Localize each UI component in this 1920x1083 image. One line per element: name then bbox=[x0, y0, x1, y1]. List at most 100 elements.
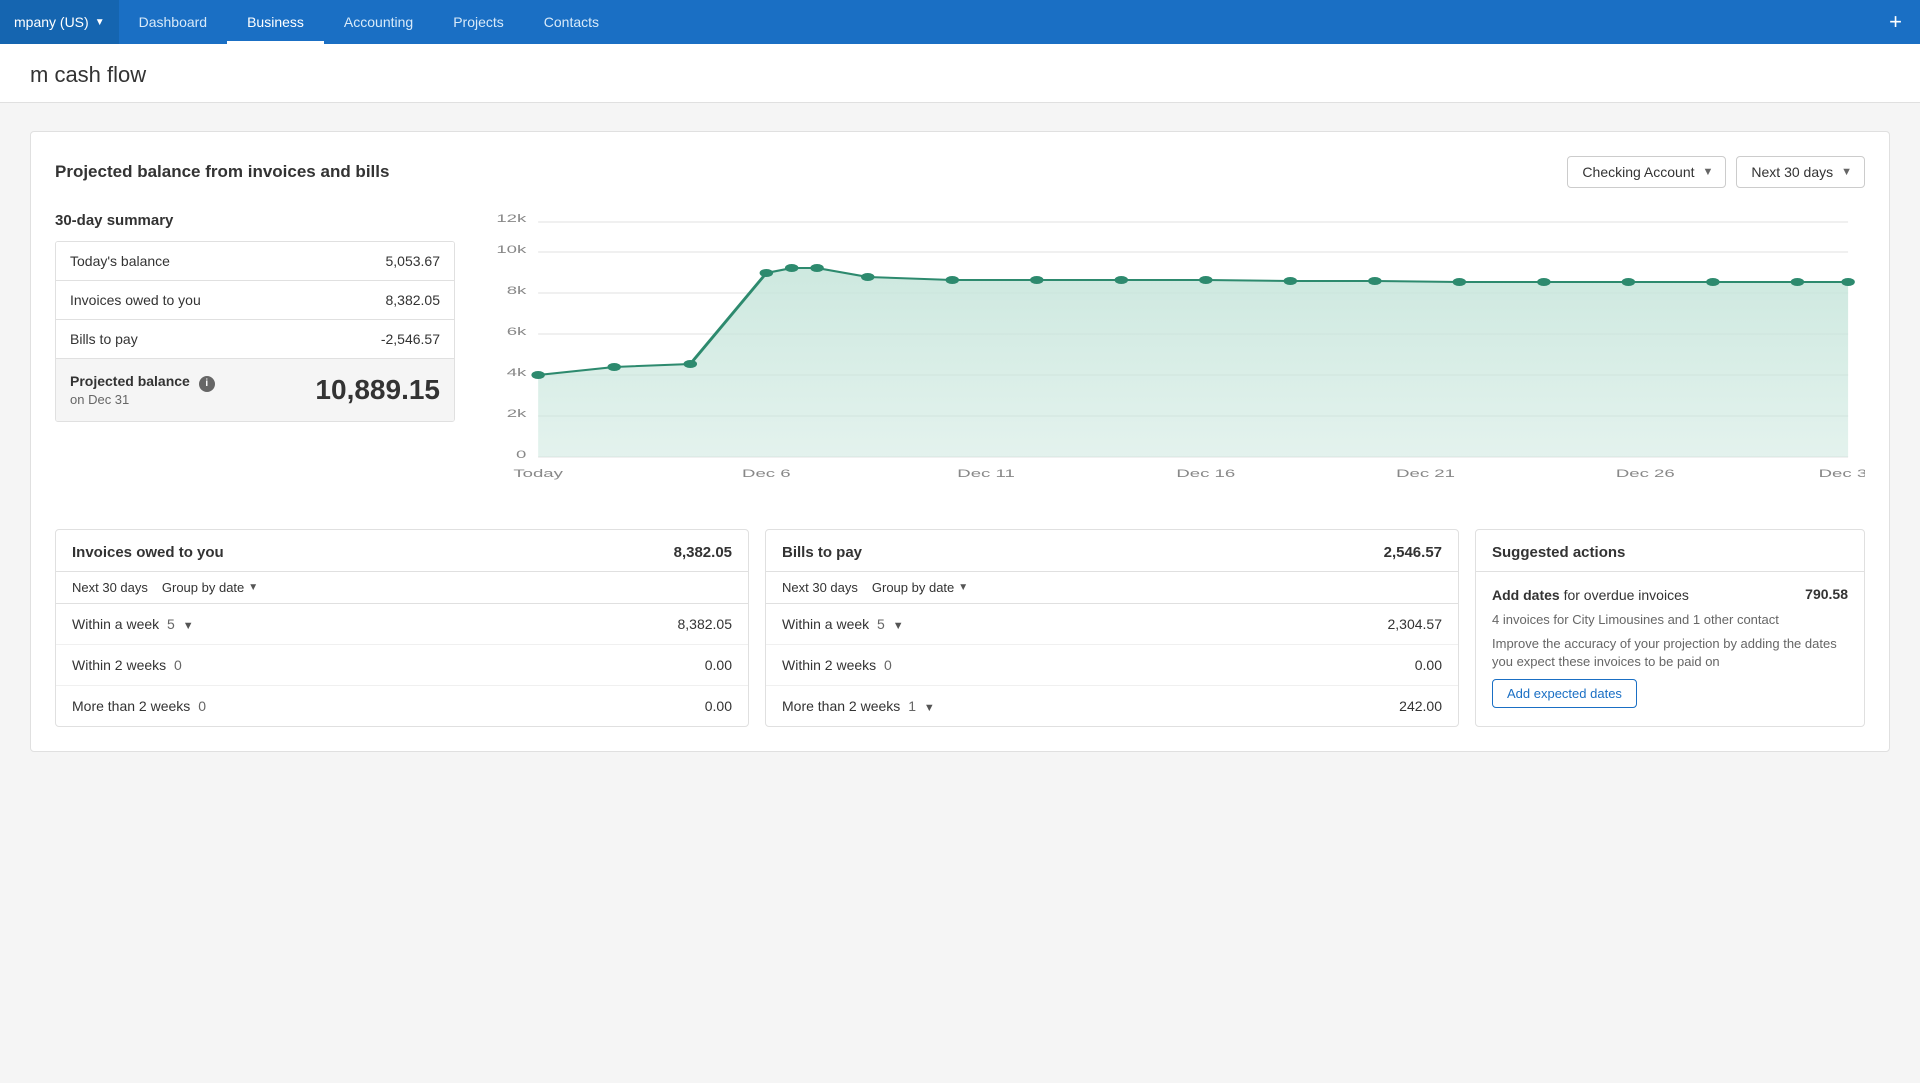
invoices-row-2-label: More than 2 weeks 0 bbox=[72, 698, 206, 714]
invoices-panel-header: Invoices owed to you 8,382.05 bbox=[56, 530, 748, 572]
summary-row-invoices: Invoices owed to you 8,382.05 bbox=[56, 281, 454, 320]
svg-text:12k: 12k bbox=[496, 213, 526, 225]
bills-panel-filters: Next 30 days Group by date ▼ bbox=[766, 572, 1458, 604]
invoices-row-1-count: 0 bbox=[174, 657, 182, 673]
svg-text:Dec 31: Dec 31 bbox=[1819, 468, 1865, 480]
summary-panel: 30-day summary Today's balance 5,053.67 … bbox=[55, 212, 455, 505]
bills-row-0-caret[interactable]: ▼ bbox=[893, 620, 904, 632]
svg-text:Dec 16: Dec 16 bbox=[1176, 468, 1235, 480]
page-title: m cash flow bbox=[30, 62, 1890, 88]
action-sub-0: 4 invoices for City Limousines and 1 oth… bbox=[1492, 612, 1848, 627]
bills-label: Bills to pay bbox=[70, 331, 138, 347]
balance-value: 5,053.67 bbox=[386, 253, 441, 269]
account-label: Checking Account bbox=[1582, 164, 1694, 180]
bills-row-2: More than 2 weeks 1 ▼ 242.00 bbox=[766, 686, 1458, 726]
invoices-panel-title: Invoices owed to you bbox=[72, 544, 224, 561]
svg-text:0: 0 bbox=[516, 449, 526, 461]
action-suffix-0: for overdue invoices bbox=[1560, 587, 1689, 603]
bills-row-2-text: More than 2 weeks bbox=[782, 698, 900, 714]
company-name: mpany (US) bbox=[14, 14, 89, 30]
invoices-row-0: Within a week 5 ▼ 8,382.05 bbox=[56, 604, 748, 645]
projected-label: Projected balance bbox=[70, 373, 190, 389]
svg-text:Dec 11: Dec 11 bbox=[957, 468, 1015, 480]
projected-sub: on Dec 31 bbox=[70, 392, 215, 407]
nav-business[interactable]: Business bbox=[227, 0, 324, 44]
bills-group-label: Group by date bbox=[872, 580, 954, 595]
nav-dashboard[interactable]: Dashboard bbox=[119, 0, 228, 44]
cashflow-chart: 0 2k 4k 6k 8k 10k 12k bbox=[479, 212, 1865, 502]
invoices-row-2-count: 0 bbox=[198, 698, 206, 714]
bills-row-2-caret[interactable]: ▼ bbox=[924, 702, 935, 714]
invoices-row-0-text: Within a week bbox=[72, 616, 159, 632]
svg-text:4k: 4k bbox=[507, 367, 527, 379]
action-amount-0: 790.58 bbox=[1805, 586, 1848, 602]
svg-text:Dec 6: Dec 6 bbox=[742, 468, 791, 480]
bills-row-1-label: Within 2 weeks 0 bbox=[782, 657, 892, 673]
invoices-group-filter[interactable]: Group by date ▼ bbox=[162, 580, 258, 595]
actions-title: Suggested actions bbox=[1492, 544, 1625, 561]
bills-row-1-text: Within 2 weeks bbox=[782, 657, 876, 673]
action-top-0: Add dates for overdue invoices 790.58 bbox=[1492, 586, 1848, 606]
projected-value: 10,889.15 bbox=[315, 374, 440, 406]
bills-row-1-count: 0 bbox=[884, 657, 892, 673]
period-chevron: ▼ bbox=[1841, 166, 1852, 178]
nav-accounting[interactable]: Accounting bbox=[324, 0, 433, 44]
nav-contacts[interactable]: Contacts bbox=[524, 0, 619, 44]
nav-bar: mpany (US) ▼ Dashboard Business Accounti… bbox=[0, 0, 1920, 44]
svg-text:8k: 8k bbox=[507, 285, 527, 297]
period-dropdown[interactable]: Next 30 days ▼ bbox=[1736, 156, 1865, 188]
card-title: Projected balance from invoices and bill… bbox=[55, 162, 389, 182]
chart-area: 0 2k 4k 6k 8k 10k 12k bbox=[479, 212, 1865, 505]
info-icon[interactable]: i bbox=[199, 376, 215, 392]
summary-title: 30-day summary bbox=[55, 212, 455, 229]
bills-panel-total: 2,546.57 bbox=[1384, 544, 1442, 561]
bills-row-2-count: 1 bbox=[908, 698, 916, 714]
main-content: Projected balance from invoices and bill… bbox=[0, 103, 1920, 1083]
bills-panel-title: Bills to pay bbox=[782, 544, 862, 561]
action-strong-0: Add dates bbox=[1492, 587, 1560, 603]
bills-period-filter[interactable]: Next 30 days bbox=[782, 580, 858, 595]
balance-label: Today's balance bbox=[70, 253, 170, 269]
invoices-row-0-count: 5 bbox=[167, 616, 175, 632]
account-dropdown[interactable]: Checking Account ▼ bbox=[1567, 156, 1726, 188]
bills-row-0-count: 5 bbox=[877, 616, 885, 632]
invoices-row-1-value: 0.00 bbox=[705, 657, 732, 673]
invoices-row-2-text: More than 2 weeks bbox=[72, 698, 190, 714]
company-selector[interactable]: mpany (US) ▼ bbox=[0, 0, 119, 44]
invoices-panel-total: 8,382.05 bbox=[674, 544, 732, 561]
invoices-label: Invoices owed to you bbox=[70, 292, 201, 308]
nav-projects[interactable]: Projects bbox=[433, 0, 524, 44]
bills-row-0-text: Within a week bbox=[782, 616, 869, 632]
invoices-row-2-value: 0.00 bbox=[705, 698, 732, 714]
svg-text:2k: 2k bbox=[507, 408, 527, 420]
summary-table: Today's balance 5,053.67 Invoices owed t… bbox=[55, 241, 455, 422]
bills-row-2-label: More than 2 weeks 1 ▼ bbox=[782, 698, 935, 714]
actions-header: Suggested actions bbox=[1476, 530, 1864, 572]
summary-row-projected: Projected balance i on Dec 31 10,889.15 bbox=[56, 359, 454, 421]
invoices-row-0-caret[interactable]: ▼ bbox=[183, 620, 194, 632]
bills-panel: Bills to pay 2,546.57 Next 30 days Group… bbox=[765, 529, 1459, 727]
account-chevron: ▼ bbox=[1703, 166, 1714, 178]
svg-text:Dec 26: Dec 26 bbox=[1616, 468, 1675, 480]
invoices-row-2: More than 2 weeks 0 0.00 bbox=[56, 686, 748, 726]
action-btn-0[interactable]: Add expected dates bbox=[1492, 679, 1637, 708]
invoices-group-caret: ▼ bbox=[248, 582, 258, 593]
card-controls: Checking Account ▼ Next 30 days ▼ bbox=[1567, 156, 1865, 188]
bills-group-caret: ▼ bbox=[958, 582, 968, 593]
summary-row-bills: Bills to pay -2,546.57 bbox=[56, 320, 454, 359]
page-header: m cash flow bbox=[0, 44, 1920, 103]
invoices-group-label: Group by date bbox=[162, 580, 244, 595]
invoices-row-0-value: 8,382.05 bbox=[678, 616, 733, 632]
invoices-panel-filters: Next 30 days Group by date ▼ bbox=[56, 572, 748, 604]
bills-row-0-value: 2,304.57 bbox=[1388, 616, 1443, 632]
svg-text:Today: Today bbox=[513, 468, 563, 480]
invoices-period-filter[interactable]: Next 30 days bbox=[72, 580, 148, 595]
nav-add-button[interactable]: + bbox=[1871, 0, 1920, 44]
bills-group-filter[interactable]: Group by date ▼ bbox=[872, 580, 968, 595]
svg-text:Dec 21: Dec 21 bbox=[1396, 468, 1455, 480]
invoices-row-0-label: Within a week 5 ▼ bbox=[72, 616, 194, 632]
nav-links: Dashboard Business Accounting Projects C… bbox=[119, 0, 619, 44]
invoices-row-1-text: Within 2 weeks bbox=[72, 657, 166, 673]
period-label: Next 30 days bbox=[1751, 164, 1833, 180]
bills-panel-header: Bills to pay 2,546.57 bbox=[766, 530, 1458, 572]
